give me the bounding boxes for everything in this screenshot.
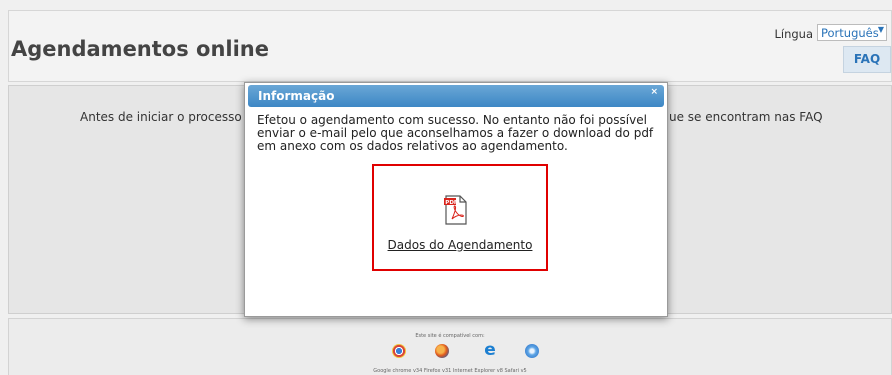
intro-text-right: ue se encontram nas FAQ (669, 110, 823, 124)
page-header: Agendamentos online Língua Português ▼ F… (8, 10, 892, 82)
compat-text: Este site é compatível com: (415, 333, 485, 339)
chevron-down-icon: ▼ (877, 25, 885, 34)
dialog-titlebar[interactable]: Informação × (248, 85, 664, 107)
faq-button[interactable]: FAQ (843, 46, 891, 73)
appointment-pdf-link[interactable]: Dados do Agendamento (374, 238, 546, 252)
internet-explorer-icon: e (484, 340, 496, 360)
dialog-title: Informação (258, 89, 335, 103)
safari-icon (525, 344, 539, 358)
pdf-file-icon[interactable]: PDF (444, 195, 468, 225)
close-icon[interactable]: × (650, 87, 658, 97)
language-label: Língua (774, 27, 813, 41)
svg-text:PDF: PDF (445, 200, 458, 206)
firefox-icon (435, 344, 449, 358)
chrome-icon (392, 344, 406, 358)
language-value: Português (821, 26, 879, 40)
page-title: Agendamentos online (11, 37, 269, 61)
download-highlight: PDF Dados do Agendamento (372, 164, 548, 271)
page-footer: Este site é compatível com: e Google chr… (8, 318, 892, 375)
browsers-text: Google chrome v34 Firefox v31 Internet E… (373, 368, 527, 374)
dialog-message: Efetou o agendamento com sucesso. No ent… (257, 113, 654, 153)
info-dialog: Informação × Efetou o agendamento com su… (244, 82, 668, 317)
intro-text-left: Antes de iniciar o processo (80, 110, 242, 124)
language-select[interactable]: Português ▼ (817, 24, 887, 41)
